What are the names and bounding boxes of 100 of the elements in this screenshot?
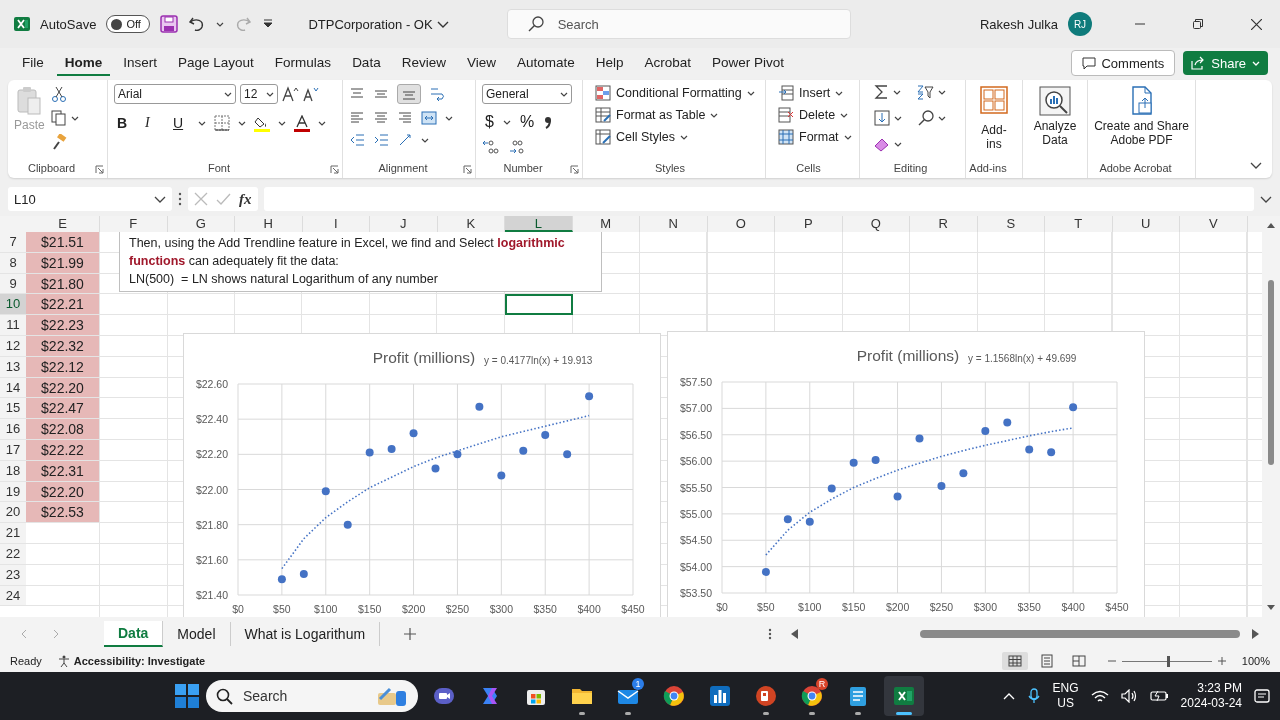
insert-function-button[interactable]: fx: [239, 190, 252, 208]
row-header[interactable]: 13: [0, 356, 26, 378]
bar-chart-icon[interactable]: [708, 684, 732, 708]
cut-icon[interactable]: [50, 86, 67, 102]
row-header[interactable]: 23: [0, 564, 26, 586]
underline-button[interactable]: U: [170, 114, 190, 132]
close-icon[interactable]: [1250, 18, 1262, 30]
add-sheet-icon[interactable]: [404, 627, 417, 640]
row-header[interactable]: 12: [0, 336, 26, 357]
sheet-tab[interactable]: Data: [104, 620, 164, 647]
orientation-icon[interactable]: [397, 132, 413, 148]
column-header[interactable]: L: [505, 216, 573, 232]
collapse-ribbon-icon[interactable]: [1250, 161, 1262, 170]
column-header[interactable]: S: [977, 216, 1045, 232]
decrease-indent-icon[interactable]: [349, 132, 365, 148]
column-header[interactable]: P: [775, 216, 843, 232]
expand-formula-icon[interactable]: [1260, 194, 1272, 204]
sheet-tab[interactable]: Model: [163, 621, 231, 646]
ribbon-tab[interactable]: File: [14, 50, 52, 76]
row-header[interactable]: 11: [0, 315, 26, 336]
customize-toolbar-icon[interactable]: [262, 18, 275, 30]
row-header[interactable]: 18: [0, 460, 26, 482]
font-color-icon[interactable]: [294, 114, 310, 132]
row-header[interactable]: 20: [0, 502, 26, 524]
chevron-down-icon[interactable]: [154, 194, 166, 204]
user-avatar[interactable]: RJ: [1068, 12, 1092, 36]
styles-menu-button[interactable]: Conditional Formatting: [593, 84, 757, 102]
caret-icon[interactable]: [894, 114, 902, 122]
increase-font-icon[interactable]: [282, 86, 299, 102]
more-options-icon[interactable]: [178, 192, 182, 206]
view-button[interactable]: [1001, 652, 1028, 670]
caret-icon[interactable]: [502, 118, 511, 126]
zoom-level[interactable]: 100%: [1241, 655, 1270, 667]
accessibility-button[interactable]: Accessibility: Investigate: [57, 654, 206, 668]
comments-button[interactable]: Comments: [1071, 50, 1176, 76]
cells-menu-button[interactable]: Insert: [776, 84, 854, 102]
column-header[interactable]: N: [640, 216, 708, 232]
row-header[interactable]: 17: [0, 439, 26, 461]
selected-cell[interactable]: [505, 294, 573, 316]
caret-icon[interactable]: [224, 90, 232, 98]
italic-button[interactable]: I: [142, 114, 162, 132]
caret-icon[interactable]: [70, 114, 79, 122]
caret-icon[interactable]: [266, 90, 274, 98]
row-header[interactable]: 22: [0, 543, 26, 565]
number-format-field[interactable]: General: [482, 84, 572, 104]
dialog-launcher-icon[interactable]: [463, 165, 472, 174]
battery-icon[interactable]: [1149, 688, 1169, 704]
ribbon-tab[interactable]: Acrobat: [636, 50, 700, 76]
spreadsheet-icon[interactable]: [892, 684, 916, 708]
chart-card[interactable]: Profit (millions) y = 0.4177ln(x) + 19.913 $21.40 $21.60 $21.80 $22.00 $22.20 $22.40 $22.60 $0 $50 $100 $150 $200 $250 $300 $350 $400 $450: [183, 333, 661, 617]
column-header[interactable]: V: [1180, 216, 1248, 232]
taskbar-search[interactable]: Search: [206, 680, 418, 712]
text-box[interactable]: Then, using the Add Trendline feature in Excel, we find and Select logarithmic functions can adequately fit the data: LN(500) = LN shows natural Logarithum of any number: [119, 232, 602, 292]
borders-icon[interactable]: [214, 115, 230, 131]
sheet-tab[interactable]: What is Logarithum: [230, 621, 381, 646]
decrease-font-icon[interactable]: [303, 86, 319, 102]
autosave-toggle[interactable]: Off: [106, 15, 151, 33]
column-header[interactable]: O: [707, 216, 775, 232]
percent-button[interactable]: %: [516, 112, 538, 132]
caret-icon[interactable]: [421, 136, 429, 144]
taskbar-app[interactable]: R: [792, 676, 832, 716]
font-name-field[interactable]: Arial: [114, 84, 236, 104]
share-button[interactable]: Share: [1183, 51, 1268, 75]
clock[interactable]: 3:23 PM 2024-03-24: [1180, 681, 1242, 711]
increase-indent-icon[interactable]: [373, 132, 389, 148]
caret-icon[interactable]: [318, 119, 326, 127]
row-header[interactable]: 7: [0, 232, 26, 253]
ribbon-tab[interactable]: Insert: [115, 50, 166, 76]
row-header[interactable]: 10: [0, 294, 26, 316]
fill-down-icon[interactable]: [874, 110, 890, 126]
row-header[interactable]: 19: [0, 481, 26, 503]
zoom-in-icon[interactable]: [1217, 657, 1226, 665]
row-header[interactable]: 24: [0, 585, 26, 607]
chart-card[interactable]: Profit (millions) y = 1.1568ln(x) + 49.699 $53.50 $54.00 $54.50 $55.00 $55.50 $56.00 $56.50 $57.00 $57.50 $0 $50 $100 $150 $200 $250 $300 $350 $400 $450: [667, 331, 1145, 617]
clipboard-icon[interactable]: [16, 86, 43, 116]
caret-icon[interactable]: [560, 90, 568, 98]
row-header[interactable]: 14: [0, 377, 26, 399]
taskbar-app[interactable]: [884, 676, 924, 716]
dialog-launcher-icon[interactable]: [95, 165, 104, 174]
autosum-icon[interactable]: [874, 84, 889, 100]
font-size-field[interactable]: 12: [240, 84, 278, 104]
cells-menu-button[interactable]: Format: [776, 128, 854, 146]
ribbon-tab[interactable]: Page Layout: [170, 50, 262, 76]
start-icon[interactable]: [174, 683, 200, 709]
align-center-icon[interactable]: [373, 110, 389, 126]
bold-button[interactable]: B: [114, 114, 134, 132]
increase-decimal-icon[interactable]: [482, 140, 499, 154]
caret-icon[interactable]: [238, 119, 246, 127]
more-options-icon[interactable]: [768, 627, 772, 640]
find-icon[interactable]: [918, 110, 934, 126]
create-pdf-button[interactable]: Create and Share Adobe PDF: [1089, 84, 1194, 160]
row-header[interactable]: 15: [0, 398, 26, 420]
analyze-data-button[interactable]: Analyze Data: [1026, 84, 1084, 178]
dialog-launcher-icon[interactable]: [330, 165, 339, 174]
ribbon-tab[interactable]: Home: [56, 50, 111, 76]
restore-icon[interactable]: [1193, 19, 1203, 29]
volume-icon[interactable]: [1120, 689, 1138, 703]
format-painter-icon[interactable]: [50, 134, 67, 150]
row-header[interactable]: 8: [0, 252, 26, 274]
row-header[interactable]: 21: [0, 523, 26, 544]
